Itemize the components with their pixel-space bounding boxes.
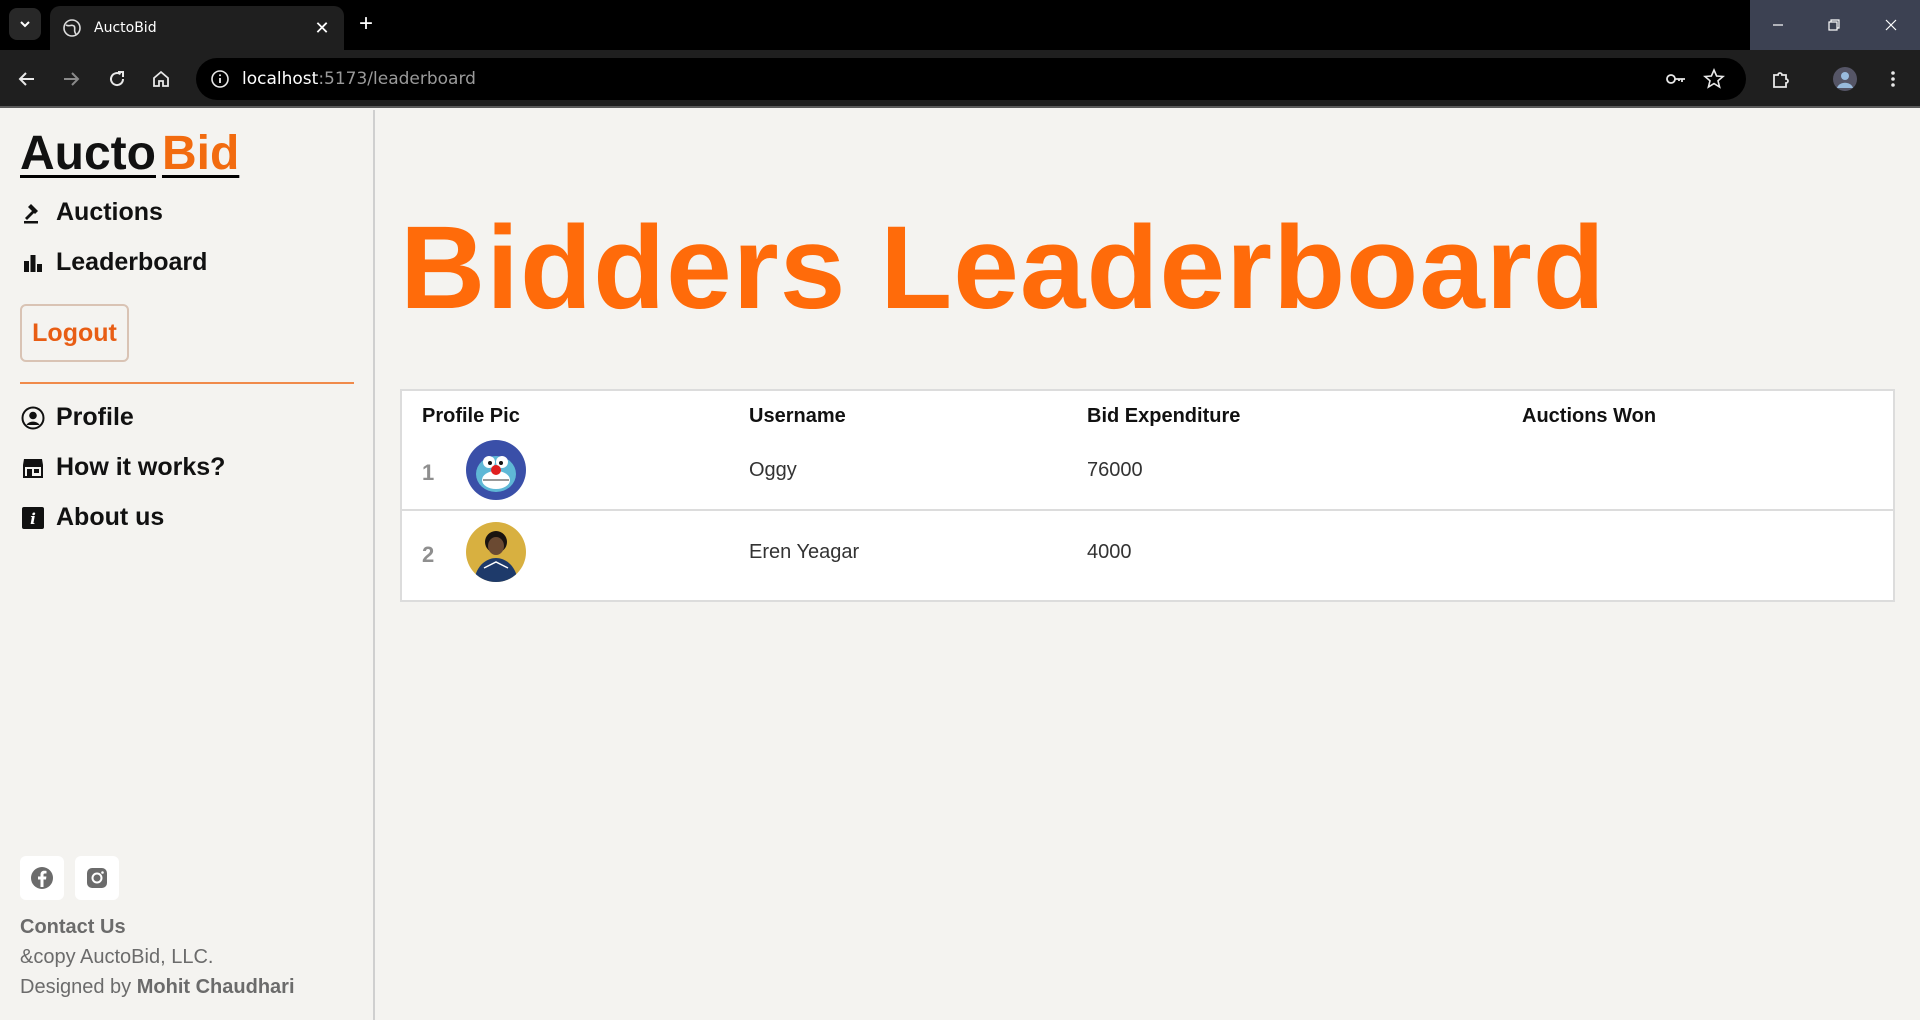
browser-tab[interactable]: AuctoBid ✕ bbox=[50, 6, 344, 50]
svg-text:i: i bbox=[30, 510, 36, 528]
extensions-button[interactable] bbox=[1766, 64, 1796, 94]
rank-number: 2 bbox=[422, 542, 435, 567]
sidebar-item-label: Auctions bbox=[56, 198, 163, 226]
column-header-profile-pic: Profile Pic bbox=[422, 405, 520, 427]
profile-avatar-button[interactable] bbox=[1830, 64, 1860, 94]
restore-button[interactable] bbox=[1806, 0, 1862, 50]
bar-chart-icon bbox=[20, 250, 46, 276]
table-row: 2 Eren Yeagar 4000 bbox=[402, 513, 1893, 593]
gavel-icon bbox=[20, 200, 46, 226]
info-icon: i bbox=[20, 505, 46, 531]
column-header-bid-expenditure: Bid Expenditure bbox=[1087, 405, 1241, 427]
column-header-auctions-won: Auctions Won bbox=[1522, 405, 1657, 427]
globe-icon bbox=[63, 19, 81, 37]
minimize-button[interactable] bbox=[1750, 0, 1806, 50]
designer-name: Mohit Chaudhari bbox=[136, 976, 295, 998]
home-button[interactable] bbox=[146, 64, 176, 94]
close-window-button[interactable] bbox=[1862, 0, 1920, 50]
user-circle-icon bbox=[20, 405, 46, 431]
designer-credit: Designed by Mohit Chaudhari bbox=[20, 976, 295, 999]
site-info-icon[interactable] bbox=[206, 65, 234, 93]
username-cell: Oggy bbox=[749, 459, 797, 481]
table-row: 1 Oggy 76000 bbox=[402, 431, 1893, 511]
url-path: :5173/leaderboard bbox=[318, 69, 476, 89]
sidebar-divider bbox=[20, 382, 354, 384]
avatar bbox=[466, 522, 526, 582]
tab-search-button[interactable] bbox=[9, 8, 41, 40]
facebook-button[interactable] bbox=[20, 856, 64, 900]
bookmark-star-icon[interactable] bbox=[1699, 64, 1729, 94]
chevron-down-icon bbox=[20, 21, 30, 28]
sidebar-item-how-it-works[interactable]: How it works? bbox=[20, 453, 225, 482]
app-logo[interactable]: Aucto Bid bbox=[20, 126, 239, 181]
logout-button[interactable]: Logout bbox=[20, 304, 129, 362]
logo-text-aucto: Aucto bbox=[20, 127, 156, 180]
rank-number: 1 bbox=[422, 460, 435, 485]
puzzle-icon bbox=[1773, 72, 1789, 88]
sidebar-item-label: Leaderboard bbox=[56, 248, 208, 276]
browser-toolbar: localhost:5173/leaderboard bbox=[0, 50, 1920, 108]
browser-menu-button[interactable] bbox=[1878, 64, 1908, 94]
sidebar-item-label: How it works? bbox=[56, 453, 226, 481]
sidebar: Aucto Bid Auctions Leaderboard Logout Pro… bbox=[0, 110, 375, 1020]
username-cell: Eren Yeagar bbox=[749, 541, 860, 563]
sidebar-item-leaderboard[interactable]: Leaderboard bbox=[20, 248, 207, 277]
tab-title: AuctoBid bbox=[94, 20, 157, 36]
instagram-button[interactable] bbox=[75, 856, 119, 900]
url-host: localhost bbox=[242, 69, 319, 89]
home-icon bbox=[153, 70, 169, 87]
page-title: Bidders Leaderboard bbox=[400, 202, 1606, 334]
back-button[interactable] bbox=[12, 64, 42, 94]
sidebar-item-label: About us bbox=[56, 503, 165, 531]
copyright-text: &copy AuctoBid, LLC. bbox=[20, 946, 214, 968]
address-bar[interactable]: localhost:5173/leaderboard bbox=[196, 58, 1746, 100]
arrow-right-icon bbox=[64, 72, 80, 86]
arrow-left-icon bbox=[18, 72, 34, 86]
reload-icon bbox=[110, 71, 125, 87]
shop-icon bbox=[20, 455, 46, 481]
more-vertical-icon bbox=[1891, 71, 1895, 87]
tab-close-icon[interactable]: ✕ bbox=[312, 18, 332, 38]
sidebar-item-label: Profile bbox=[56, 403, 134, 431]
bid-expenditure-cell: 76000 bbox=[1087, 459, 1143, 481]
new-tab-button[interactable]: + bbox=[352, 10, 380, 38]
bid-expenditure-cell: 4000 bbox=[1087, 541, 1132, 563]
instagram-icon bbox=[87, 868, 107, 888]
avatar bbox=[466, 440, 526, 500]
sidebar-item-auctions[interactable]: Auctions bbox=[20, 198, 163, 227]
column-header-username: Username bbox=[749, 405, 846, 427]
avatar-icon bbox=[1833, 67, 1857, 91]
logo-text-bid: Bid bbox=[161, 127, 240, 180]
sidebar-item-about-us[interactable]: i About us bbox=[20, 503, 164, 532]
designed-by-prefix: Designed by bbox=[20, 976, 137, 998]
leaderboard-table: Profile Pic Username Bid Expenditure Auc… bbox=[400, 389, 1895, 602]
facebook-icon bbox=[31, 867, 53, 889]
sidebar-item-profile[interactable]: Profile bbox=[20, 403, 134, 432]
password-key-icon[interactable] bbox=[1661, 64, 1691, 94]
forward-button[interactable] bbox=[56, 64, 86, 94]
reload-button[interactable] bbox=[102, 64, 132, 94]
browser-titlebar: AuctoBid ✕ + bbox=[0, 0, 1920, 50]
contact-us-link[interactable]: Contact Us bbox=[20, 916, 126, 939]
